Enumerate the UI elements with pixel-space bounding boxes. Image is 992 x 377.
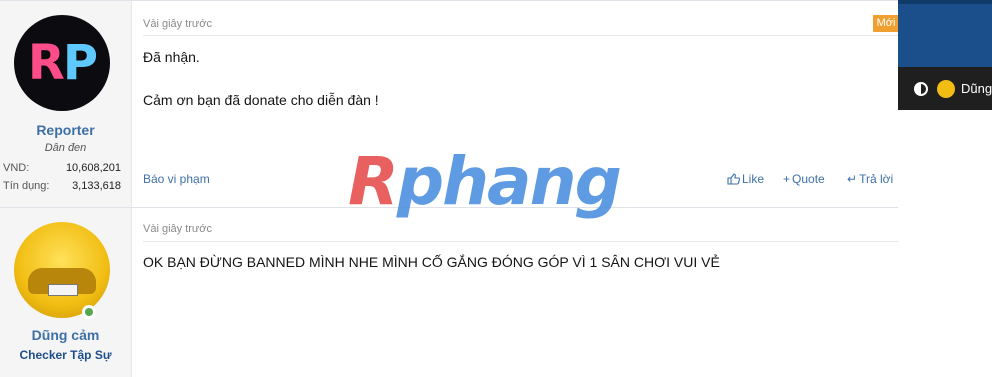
- stat-label: VND:: [3, 162, 30, 174]
- quote-label: Quote: [792, 172, 825, 186]
- header-fragment: Dũng: [898, 0, 992, 110]
- stat-value: 3,133,618: [72, 180, 121, 192]
- like-label: Like: [742, 172, 765, 186]
- username[interactable]: Dũng cảm: [0, 327, 131, 343]
- message-line: Cảm ơn bạn đã donate cho diễn đàn !: [143, 92, 379, 108]
- car-plate: [48, 284, 78, 296]
- avatar[interactable]: [14, 222, 110, 318]
- watermark-logo: Rphang: [348, 143, 622, 220]
- reply-button[interactable]: ↵ Trả lời: [847, 172, 893, 186]
- like-button[interactable]: Like: [727, 172, 764, 186]
- banner-stripe: [898, 0, 992, 4]
- post-date[interactable]: Vài giây trước: [143, 223, 212, 235]
- user-avatar-small[interactable]: [937, 80, 955, 98]
- thumbs-up-icon: [727, 173, 741, 185]
- reply-arrow-icon: ↵: [847, 172, 858, 186]
- username[interactable]: Reporter: [0, 122, 131, 138]
- plus-icon: +: [783, 172, 791, 186]
- quote-button[interactable]: + Quote: [783, 172, 825, 186]
- divider: [143, 35, 898, 36]
- divider: [143, 241, 898, 242]
- account-username[interactable]: Dũng: [961, 81, 992, 96]
- reply-label: Trả lời: [859, 172, 894, 186]
- message-line: Đã nhận.: [143, 49, 200, 65]
- stat-label: Tín dụng:: [3, 180, 50, 192]
- post-sidebar: Dũng cảm Checker Tập Sự: [0, 208, 132, 377]
- contrast-icon[interactable]: [914, 82, 928, 96]
- post-date[interactable]: Vài giây trước: [143, 18, 212, 30]
- new-badge: Mới: [873, 15, 899, 32]
- message-line: OK BẠN ĐỪNG BANNED MÌNH NHE MÌNH CỐ GẮNG…: [143, 254, 720, 270]
- report-link[interactable]: Báo vi phạm: [143, 172, 210, 186]
- user-title: Checker Tập Sự: [19, 348, 112, 362]
- post-sidebar: RP Reporter Dân đen VND: 10,608,201 Tín …: [0, 1, 132, 207]
- avatar[interactable]: RP: [14, 15, 110, 111]
- online-dot-icon: [82, 305, 96, 319]
- stat-value: 10,608,201: [65, 162, 121, 174]
- post-dung-cam: Dũng cảm Checker Tập Sự Vài giây trước O…: [0, 207, 898, 377]
- user-title: Dân đen: [44, 142, 87, 154]
- header-banner: [898, 0, 992, 67]
- avatar-monogram: RP: [27, 35, 98, 91]
